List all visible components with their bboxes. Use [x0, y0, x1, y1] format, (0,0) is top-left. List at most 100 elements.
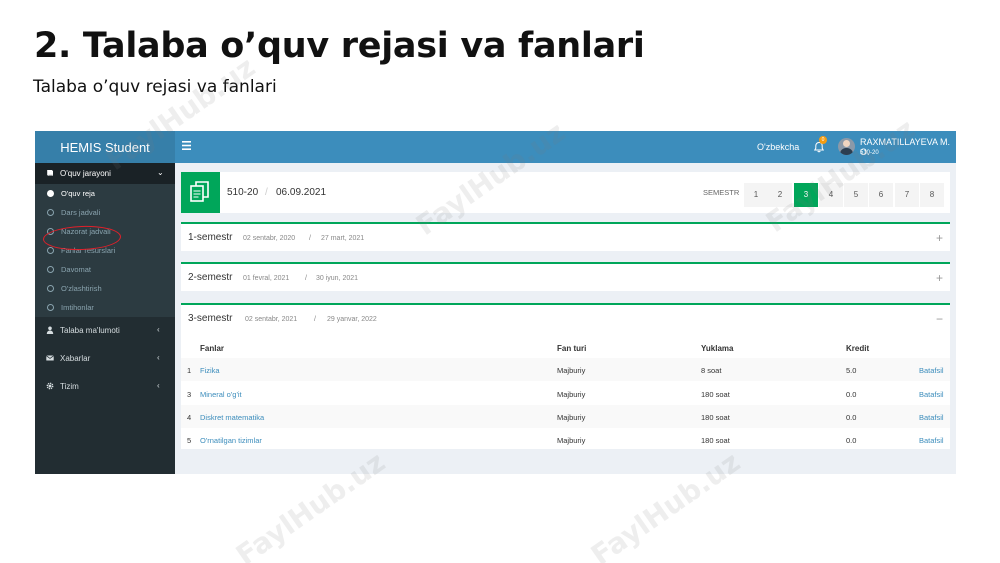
semester-page-5[interactable]: 5 [844, 183, 868, 207]
column-header-fanlar: Fanlar [200, 344, 225, 353]
sidebar-item-label: Dars jadvali [61, 208, 101, 217]
app-logo[interactable]: HEMIS Student [35, 131, 175, 163]
sidebar-item-label: Talaba ma'lumoti [60, 326, 120, 335]
sidebar-item-oquv-reja[interactable]: O'quv reja [35, 184, 175, 203]
subject-credit: 0.0 [846, 413, 857, 422]
details-link[interactable]: Batafsil [919, 413, 944, 422]
avatar[interactable] [838, 138, 855, 155]
semester-end: 30 iyun, 2021 [316, 275, 359, 282]
avatar-body [840, 148, 853, 155]
semester-title: 3-semestr [188, 313, 233, 324]
separator: / [309, 235, 311, 242]
row-number: 3 [187, 390, 192, 399]
subject-link[interactable]: Diskret matematika [200, 413, 264, 422]
sidebar-item-label: O'quv reja [61, 189, 95, 198]
gear-icon [46, 382, 54, 390]
table-row: 4 Diskret matematika Majburiy 180 soat 0… [181, 405, 950, 428]
book-icon [47, 170, 53, 176]
sidebar-item-label: Imtihonlar [61, 303, 94, 312]
sidebar-item-dars-jadvali[interactable]: Dars jadvali [35, 203, 175, 222]
top-navbar: HEMIS Student O'zbekcha 0 RAXMATILLAYEVA… [35, 131, 956, 163]
sidebar-item-davomat[interactable]: Davomat [35, 260, 175, 279]
semester-title: 2-semestr [188, 272, 233, 283]
subject-credit: 0.0 [846, 390, 857, 399]
chevron-left-icon: ‹ [157, 325, 160, 334]
sidebar-item-label: Davomat [61, 265, 92, 274]
semester-start: 01 fevral, 2021 [243, 275, 290, 282]
user-icon [46, 326, 54, 334]
curriculum-header: 510-20 / 06.09.2021 SEMESTR 1 2 3 4 5 6 … [181, 172, 950, 213]
chevron-left-icon: ‹ [157, 381, 160, 390]
hemis-app-screenshot: HEMIS Student O'zbekcha 0 RAXMATILLAYEVA… [35, 131, 956, 474]
row-number: 4 [187, 413, 192, 422]
sidebar-group-label: O'quv jarayoni [60, 169, 111, 178]
semester-page-8[interactable]: 8 [920, 183, 944, 207]
sidebar-item-xabarlar[interactable]: Xabarlar ‹ [35, 345, 175, 371]
expand-icon[interactable]: + [936, 271, 943, 285]
user-group: 510-20 [860, 150, 879, 156]
circle-icon [47, 266, 54, 273]
semester-page-2[interactable]: 2 [768, 183, 792, 207]
envelope-icon [46, 355, 54, 361]
subject-link[interactable]: O'rnatilgan tizimlar [200, 436, 262, 445]
sidebar-item-imtihonlar[interactable]: Imtihonlar [35, 298, 175, 317]
sidebar-item-ozlashtirish[interactable]: O'zlashtirish [35, 279, 175, 298]
semestr-label: SEMESTR [703, 188, 740, 197]
sidebar-group-oquv-jarayoni[interactable]: O'quv jarayoni ⌄ [35, 163, 175, 184]
group-code: 510-20 [227, 187, 259, 198]
subject-link[interactable]: Mineral o'g'it [200, 390, 242, 399]
details-link[interactable]: Batafsil [919, 366, 944, 375]
semester-panel-2[interactable]: 2-semestr 01 fevral, 2021 / 30 iyun, 202… [181, 262, 950, 291]
notification-badge: 0 [819, 136, 827, 144]
subject-type: Majburiy [557, 413, 586, 422]
circle-icon [47, 247, 54, 254]
semester-panel-1[interactable]: 1-semestr 02 sentabr, 2020 / 27 mart, 20… [181, 222, 950, 251]
subject-credit: 0.0 [846, 436, 857, 445]
circle-icon [47, 190, 54, 197]
row-number: 5 [187, 436, 192, 445]
subject-load: 180 soat [701, 390, 730, 399]
sidebar-item-tizim[interactable]: Tizim ‹ [35, 373, 175, 399]
sidebar: O'quv jarayoni ⌄ O'quv reja Dars jadvali… [35, 163, 175, 474]
slide-subtitle: Talaba o’quv rejasi va fanlari [33, 77, 277, 97]
subject-type: Majburiy [557, 390, 586, 399]
chevron-down-icon: ⌄ [157, 168, 164, 177]
circle-icon [47, 285, 54, 292]
semester-panel-3[interactable]: 3-semestr 02 sentabr, 2021 / 29 yanvar, … [181, 303, 950, 449]
circle-icon [47, 209, 54, 216]
subject-load: 180 soat [701, 413, 730, 422]
semester-page-6[interactable]: 6 [869, 183, 893, 207]
separator: / [265, 187, 268, 198]
semester-end: 29 yanvar, 2022 [327, 316, 377, 323]
subject-type: Majburiy [557, 366, 586, 375]
semester-page-3[interactable]: 3 [794, 183, 818, 207]
subject-link[interactable]: Fizika [200, 366, 220, 375]
documents-icon [181, 172, 220, 213]
expand-icon[interactable]: + [936, 231, 943, 245]
sidebar-item-label: O'zlashtirish [61, 284, 102, 293]
hamburger-icon[interactable] [182, 139, 191, 153]
column-header-kredit: Kredit [846, 344, 870, 353]
collapse-icon[interactable]: − [936, 312, 943, 326]
semester-page-7[interactable]: 7 [895, 183, 919, 207]
subject-type: Majburiy [557, 436, 586, 445]
semester-page-4[interactable]: 4 [819, 183, 843, 207]
sidebar-item-talaba-malumoti[interactable]: Talaba ma'lumoti ‹ [35, 317, 175, 343]
separator: / [314, 316, 316, 323]
semester-start: 02 sentabr, 2020 [243, 235, 296, 242]
slide-title: 2. Talaba o’quv rejasi va fanlari [34, 26, 645, 66]
column-header-fan-turi: Fan turi [557, 344, 587, 353]
semester-end: 27 mart, 2021 [321, 235, 365, 242]
subject-credit: 5.0 [846, 366, 857, 375]
language-selector[interactable]: O'zbekcha [757, 142, 799, 152]
subject-load: 8 soat [701, 366, 722, 375]
details-link[interactable]: Batafsil [919, 390, 944, 399]
sidebar-item-label: Xabarlar [60, 354, 91, 363]
circle-icon [47, 304, 54, 311]
avatar-head [843, 140, 850, 147]
column-header-yuklama: Yuklama [701, 344, 734, 353]
semester-page-1[interactable]: 1 [744, 183, 768, 207]
row-number: 1 [187, 366, 192, 375]
subject-load: 180 soat [701, 436, 730, 445]
details-link[interactable]: Batafsil [919, 436, 944, 445]
